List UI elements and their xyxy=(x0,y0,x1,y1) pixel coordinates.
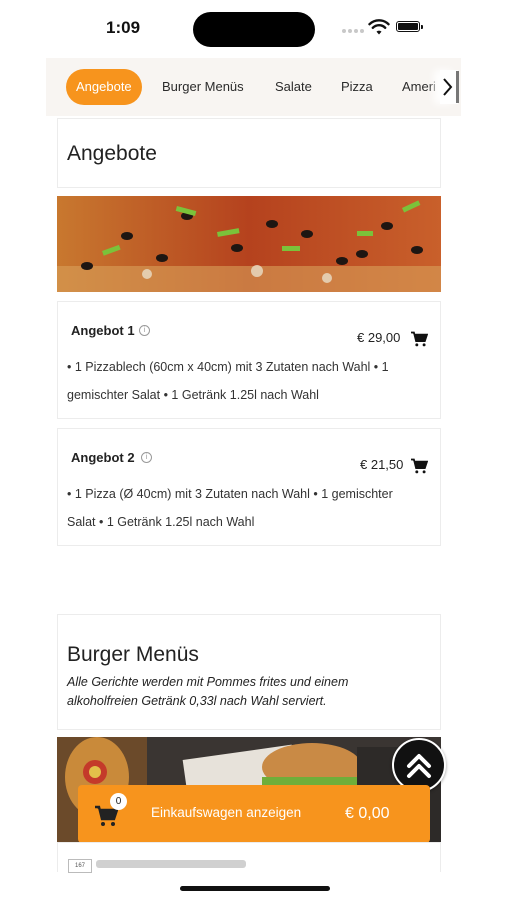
tab-american[interactable]: Ameri xyxy=(402,69,436,105)
status-time: 1:09 xyxy=(106,18,141,37)
offer-price: € 29,00 xyxy=(357,330,401,345)
cart-label: Einkaufswagen anzeigen xyxy=(151,805,302,820)
battery-icon xyxy=(396,21,423,32)
tab-burger-menus[interactable]: Burger Menüs xyxy=(162,69,244,105)
cart-count-badge: 0 xyxy=(110,793,127,810)
scroll-tabs-button[interactable] xyxy=(440,70,459,104)
wifi-icon xyxy=(368,19,390,35)
section-subtitle: alkoholfreien Getränk 0,33l nach Wahl se… xyxy=(67,694,327,708)
section-header-card xyxy=(57,614,441,730)
chevron-right-icon xyxy=(443,78,453,96)
tab-pizza[interactable]: Pizza xyxy=(341,69,373,105)
tab-salate[interactable]: Salate xyxy=(275,69,312,105)
add-to-cart-icon[interactable] xyxy=(410,458,428,474)
section-subtitle: Alle Gerichte werden mit Pommes frites u… xyxy=(67,675,349,689)
section-title-burger-menus: Burger Menüs xyxy=(67,643,199,666)
scroll-to-top-button[interactable] xyxy=(392,738,446,792)
double-chevron-up-icon xyxy=(407,754,431,778)
item-title-placeholder xyxy=(96,860,246,868)
offer-title: Angebot 1 xyxy=(71,323,135,338)
cart-total: € 0,00 xyxy=(345,805,390,822)
offer-description-line: Salat • 1 Getränk 1.25l nach Wahl xyxy=(67,515,255,529)
offer-description-line: gemischter Salat • 1 Getränk 1.25l nach … xyxy=(67,388,319,402)
dynamic-island xyxy=(193,12,315,47)
view-cart-button[interactable]: 0 Einkaufswagen anzeigen € 0,00 xyxy=(78,785,430,843)
add-to-cart-icon[interactable] xyxy=(410,331,428,347)
pizza-banner-image xyxy=(57,196,441,292)
item-number-badge: 167 xyxy=(68,859,92,873)
info-icon[interactable]: i xyxy=(139,325,150,336)
signal-icon xyxy=(342,29,368,35)
tab-angebote[interactable]: Angebote xyxy=(66,69,142,105)
offer-price: € 21,50 xyxy=(360,457,404,472)
section-title-angebote: Angebote xyxy=(67,142,157,165)
offer-title: Angebot 2 xyxy=(71,450,135,465)
home-indicator[interactable] xyxy=(180,886,330,891)
offer-description-line: • 1 Pizza (Ø 40cm) mit 3 Zutaten nach Wa… xyxy=(67,487,393,501)
info-icon[interactable]: i xyxy=(141,452,152,463)
offer-description-line: • 1 Pizzablech (60cm x 40cm) mit 3 Zutat… xyxy=(67,360,389,374)
